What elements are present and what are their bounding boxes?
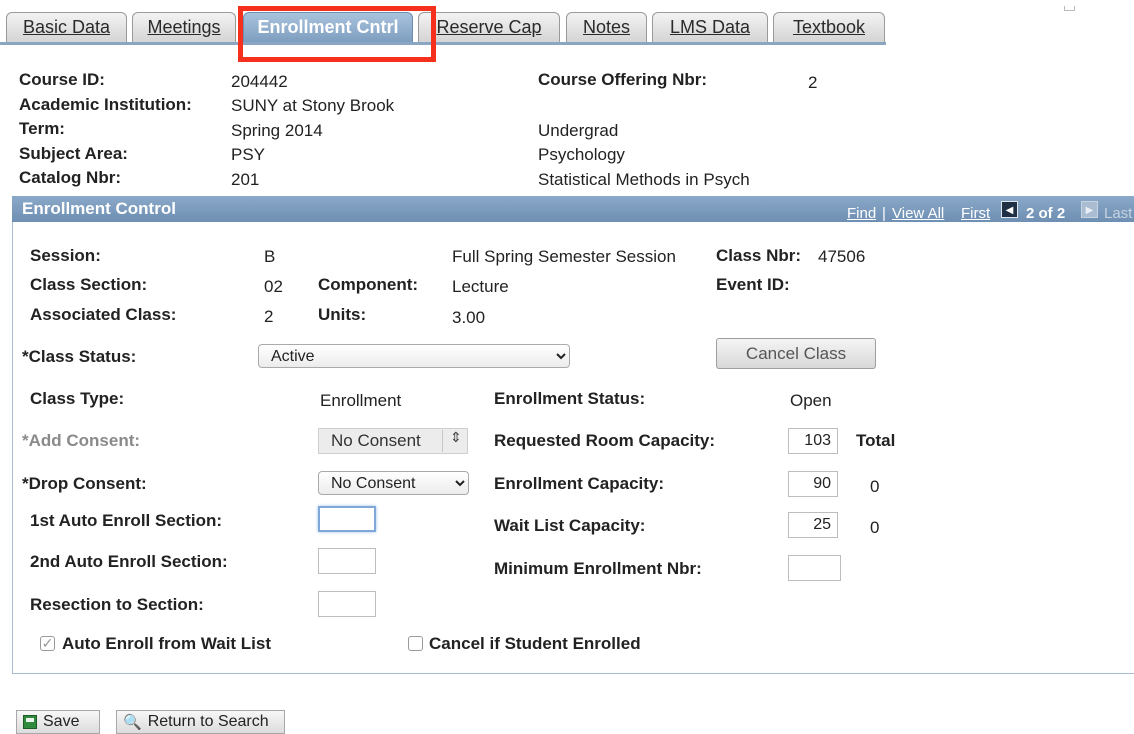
tab-reserve-cap[interactable]: Reserve Cap xyxy=(418,12,560,42)
requested-room-capacity-input[interactable] xyxy=(788,428,838,454)
return-to-search-button[interactable]: 🔍 Return to Search xyxy=(116,710,285,734)
panel-title: Enrollment Control xyxy=(22,199,176,218)
last-link: Last xyxy=(1104,205,1133,222)
minimize-mark xyxy=(1064,6,1075,11)
cancel-class-button[interactable]: Cancel Class xyxy=(716,338,876,369)
catalog-desc: Statistical Methods in Psych xyxy=(538,170,750,189)
tab-meetings[interactable]: Meetings xyxy=(132,12,236,42)
class-status-label: *Class Status: xyxy=(22,347,137,366)
minimum-enrollment-label: Minimum Enrollment Nbr: xyxy=(494,559,702,578)
requested-room-capacity-label: Requested Room Capacity: xyxy=(494,431,716,450)
drop-consent-label: *Drop Consent: xyxy=(22,474,147,493)
subject-desc: Psychology xyxy=(538,145,625,164)
term-label: Term: xyxy=(19,119,65,138)
course-id-label: Course ID: xyxy=(19,70,105,89)
subject-label: Subject Area: xyxy=(19,144,128,163)
course-offering-label: Course Offering Nbr: xyxy=(538,70,708,89)
institution-value: SUNY at Stony Brook xyxy=(231,96,395,115)
wait-list-capacity-label: Wait List Capacity: xyxy=(494,516,646,535)
class-nbr-label: Class Nbr: xyxy=(716,246,802,265)
row-count: 2 of 2 xyxy=(1026,205,1066,222)
associated-class-value: 2 xyxy=(264,307,274,326)
nav-separator: | xyxy=(882,205,886,222)
wait-list-capacity-input[interactable] xyxy=(788,512,838,538)
tab-textbook[interactable]: Textbook xyxy=(773,12,885,42)
session-value: B xyxy=(264,247,276,266)
units-value: 3.00 xyxy=(452,308,486,327)
institution-label: Academic Institution: xyxy=(19,95,192,114)
tab-underline xyxy=(0,42,886,45)
enrollment-status-label: Enrollment Status: xyxy=(494,389,646,408)
enrollment-capacity-label: Enrollment Capacity: xyxy=(494,474,665,493)
session-label: Session: xyxy=(30,246,101,265)
add-consent-select: No Consent xyxy=(318,428,468,454)
subject-value: PSY xyxy=(231,145,266,164)
class-type-value: Enrollment xyxy=(320,391,402,410)
first-auto-enroll-label: 1st Auto Enroll Section: xyxy=(30,511,223,530)
arrow-right-icon: ▶ xyxy=(1081,201,1098,218)
term-career: Undergrad xyxy=(538,121,619,140)
cancel-if-enrolled-checkbox[interactable] xyxy=(408,636,423,651)
first-link[interactable]: First xyxy=(961,205,990,222)
drop-consent-select[interactable]: No Consent xyxy=(318,471,469,495)
enrollment-status-value: Open xyxy=(790,391,832,410)
return-to-search-label: Return to Search xyxy=(147,713,269,730)
arrow-left-icon[interactable]: ◀ xyxy=(1001,201,1018,218)
auto-enroll-wait-list-checkbox: ✓ xyxy=(40,635,55,651)
enrollment-capacity-input[interactable] xyxy=(788,471,838,497)
term-value: Spring 2014 xyxy=(231,121,323,140)
tab-lms-data[interactable]: LMS Data xyxy=(652,12,768,42)
tab-basic-data[interactable]: Basic Data xyxy=(6,12,127,42)
save-button[interactable]: Save xyxy=(16,710,100,734)
units-label: Units: xyxy=(318,305,367,324)
select-arrows-icon: ⇕ xyxy=(450,429,462,445)
select-divider xyxy=(442,430,443,452)
auto-enroll-wait-list-label: Auto Enroll from Wait List xyxy=(62,634,272,653)
second-auto-enroll-input[interactable] xyxy=(318,548,376,574)
save-button-label: Save xyxy=(43,713,80,730)
session-desc: Full Spring Semester Session xyxy=(452,247,676,266)
event-id-label: Event ID: xyxy=(716,275,790,294)
highlight-box xyxy=(238,6,436,62)
minimum-enrollment-input[interactable] xyxy=(788,555,841,581)
find-link[interactable]: Find xyxy=(847,205,876,222)
save-icon xyxy=(23,715,37,729)
component-value: Lecture xyxy=(452,277,509,296)
add-consent-label: *Add Consent: xyxy=(22,431,141,450)
tab-notes[interactable]: Notes xyxy=(566,12,647,42)
total-label: Total xyxy=(856,431,896,450)
class-section-value: 02 xyxy=(264,277,283,296)
first-auto-enroll-input[interactable] xyxy=(318,506,376,532)
class-section-label: Class Section: xyxy=(30,275,148,294)
catalog-label: Catalog Nbr: xyxy=(19,168,121,187)
course-id-value: 204442 xyxy=(231,72,288,91)
course-offering-value: 2 xyxy=(808,73,818,92)
cancel-if-enrolled-label: Cancel if Student Enrolled xyxy=(429,634,641,653)
component-label: Component: xyxy=(318,275,419,294)
class-status-select[interactable]: Active xyxy=(258,344,570,368)
view-all-link[interactable]: View All xyxy=(892,205,944,222)
catalog-value: 201 xyxy=(231,170,260,189)
class-type-label: Class Type: xyxy=(30,389,125,408)
resection-input[interactable] xyxy=(318,591,376,617)
enrollment-total: 0 xyxy=(870,477,880,496)
class-nbr-value: 47506 xyxy=(818,247,866,266)
tab-strip: Basic Data Meetings Enrollment Cntrl Res… xyxy=(0,0,1134,46)
second-auto-enroll-label: 2nd Auto Enroll Section: xyxy=(30,552,228,571)
search-icon: 🔍 xyxy=(123,714,142,731)
wait-list-total: 0 xyxy=(870,518,880,537)
associated-class-label: Associated Class: xyxy=(30,305,177,324)
resection-label: Resection to Section: xyxy=(30,595,204,614)
